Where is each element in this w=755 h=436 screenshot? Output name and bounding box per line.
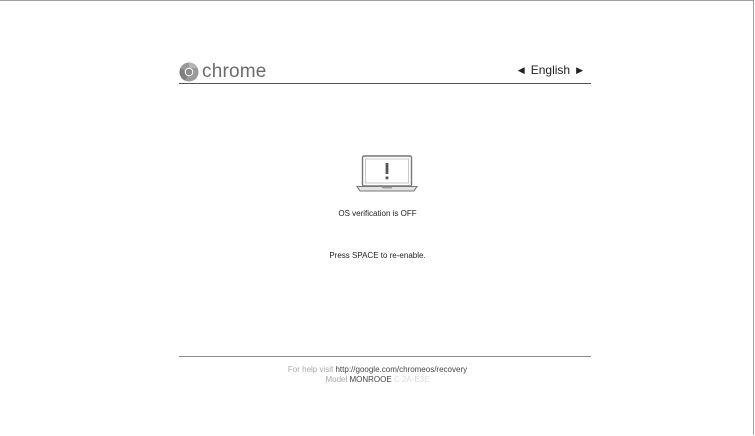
header-divider <box>179 83 591 84</box>
chrome-logo-icon <box>179 62 199 82</box>
instruction-text: Press SPACE to re-enable. <box>329 251 426 260</box>
logo-text: chrome <box>202 61 267 82</box>
help-line: For help visit http://google.com/chromeo… <box>0 365 755 374</box>
model-line: Model MONROOE C 2A-E3E <box>0 375 755 384</box>
verification-status-text: OS verification is OFF <box>338 209 417 218</box>
footer-divider <box>179 356 591 357</box>
next-language-icon[interactable]: ▶ <box>570 65 589 76</box>
language-selector[interactable]: ◀ English ▶ <box>512 63 589 77</box>
previous-language-icon[interactable]: ◀ <box>512 65 531 76</box>
language-label[interactable]: English <box>531 63 570 77</box>
chrome-logo: chrome <box>179 61 267 83</box>
model-name: MONROOE <box>349 375 392 384</box>
model-prefix: Model <box>325 375 348 384</box>
model-suffix: C 2A-E3E <box>393 375 430 384</box>
screen-frame: chrome ◀ English ▶ OS verification is OF… <box>0 0 754 435</box>
help-link[interactable]: http://google.com/chromeos/recovery <box>335 365 467 374</box>
help-prefix: For help visit <box>287 365 334 374</box>
laptop-warning-icon <box>356 155 418 192</box>
